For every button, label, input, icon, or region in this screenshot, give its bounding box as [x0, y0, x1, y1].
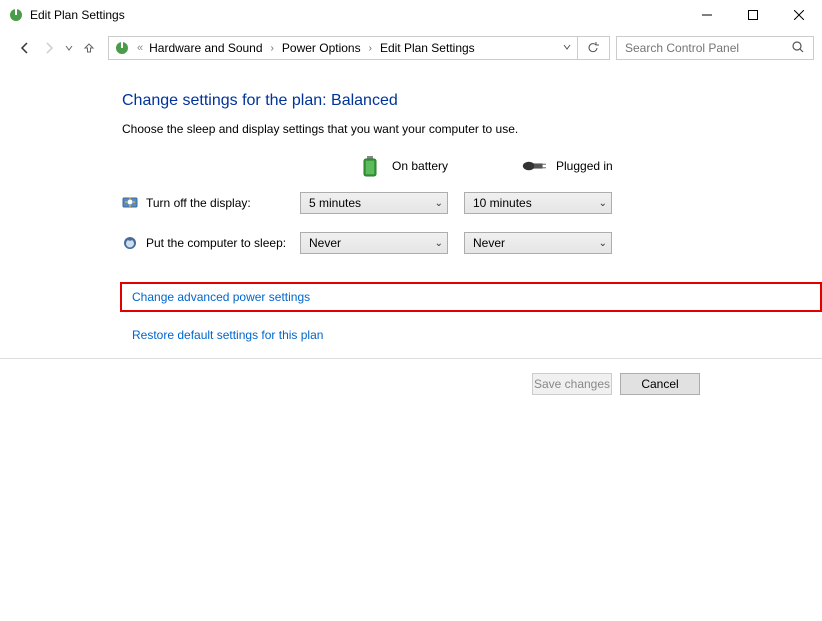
- address-dropdown-icon[interactable]: [563, 43, 571, 54]
- minimize-button[interactable]: [684, 0, 730, 30]
- breadcrumb-item[interactable]: Hardware and Sound: [147, 41, 264, 55]
- chevron-down-icon: ⌄: [435, 238, 443, 249]
- display-plugged-dropdown[interactable]: 10 minutes ⌄: [464, 192, 612, 214]
- breadcrumb-item[interactable]: Power Options: [280, 41, 363, 55]
- display-icon: [122, 195, 138, 211]
- dropdown-value: Never: [473, 236, 599, 250]
- chevron-down-icon: ⌄: [599, 238, 607, 249]
- sleep-plugged-dropdown[interactable]: Never ⌄: [464, 232, 612, 254]
- window-title: Edit Plan Settings: [30, 8, 684, 22]
- display-label: Turn off the display:: [146, 196, 251, 210]
- power-options-icon: [113, 39, 131, 57]
- sleep-label: Put the computer to sleep:: [146, 236, 286, 250]
- forward-button[interactable]: [38, 37, 60, 59]
- up-button[interactable]: [78, 37, 100, 59]
- search-box[interactable]: [616, 36, 814, 60]
- chevron-right-icon[interactable]: ›: [271, 43, 274, 54]
- plugged-label: Plugged in: [556, 159, 613, 173]
- close-button[interactable]: [776, 0, 822, 30]
- address-bar[interactable]: « Hardware and Sound › Power Options › E…: [108, 36, 610, 60]
- search-input[interactable]: [625, 41, 791, 55]
- sleep-icon: [122, 235, 138, 251]
- maximize-button[interactable]: [730, 0, 776, 30]
- chevron-down-icon: ⌄: [599, 198, 607, 209]
- battery-label: On battery: [392, 159, 448, 173]
- sleep-battery-dropdown[interactable]: Never ⌄: [300, 232, 448, 254]
- back-button[interactable]: [14, 37, 36, 59]
- footer-actions: Save changes Cancel: [0, 358, 822, 395]
- dropdown-value: Never: [309, 236, 435, 250]
- titlebar: Edit Plan Settings: [0, 0, 822, 30]
- search-icon[interactable]: [791, 40, 805, 57]
- page-heading: Change settings for the plan: Balanced: [122, 92, 822, 110]
- main-content: Change settings for the plan: Balanced C…: [0, 66, 822, 342]
- cancel-button[interactable]: Cancel: [620, 373, 700, 395]
- plugged-column-header: Plugged in: [522, 154, 686, 178]
- power-options-icon: [8, 7, 24, 23]
- dropdown-value: 10 minutes: [473, 196, 599, 210]
- chevron-right-icon[interactable]: ›: [369, 43, 372, 54]
- restore-defaults-link[interactable]: Restore default settings for this plan: [132, 328, 323, 342]
- dropdown-value: 5 minutes: [309, 196, 435, 210]
- refresh-button[interactable]: [577, 36, 607, 60]
- column-headers: On battery Plugged in: [358, 154, 822, 178]
- save-changes-button[interactable]: Save changes: [532, 373, 612, 395]
- page-subtext: Choose the sleep and display settings th…: [122, 122, 822, 136]
- plug-icon: [522, 154, 546, 178]
- highlight-box: Change advanced power settings: [120, 282, 822, 312]
- battery-icon: [358, 154, 382, 178]
- navigation-bar: « Hardware and Sound › Power Options › E…: [0, 30, 822, 66]
- setting-row-display: Turn off the display: 5 minutes ⌄ 10 min…: [122, 192, 822, 214]
- breadcrumb-item[interactable]: Edit Plan Settings: [378, 41, 477, 55]
- window-controls: [684, 0, 822, 30]
- setting-row-sleep: Put the computer to sleep: Never ⌄ Never…: [122, 232, 822, 254]
- battery-column-header: On battery: [358, 154, 522, 178]
- recent-locations-dropdown[interactable]: [62, 37, 76, 59]
- breadcrumb-prefix: «: [137, 42, 143, 54]
- change-advanced-link[interactable]: Change advanced power settings: [132, 290, 310, 304]
- chevron-down-icon: ⌄: [435, 198, 443, 209]
- display-battery-dropdown[interactable]: 5 minutes ⌄: [300, 192, 448, 214]
